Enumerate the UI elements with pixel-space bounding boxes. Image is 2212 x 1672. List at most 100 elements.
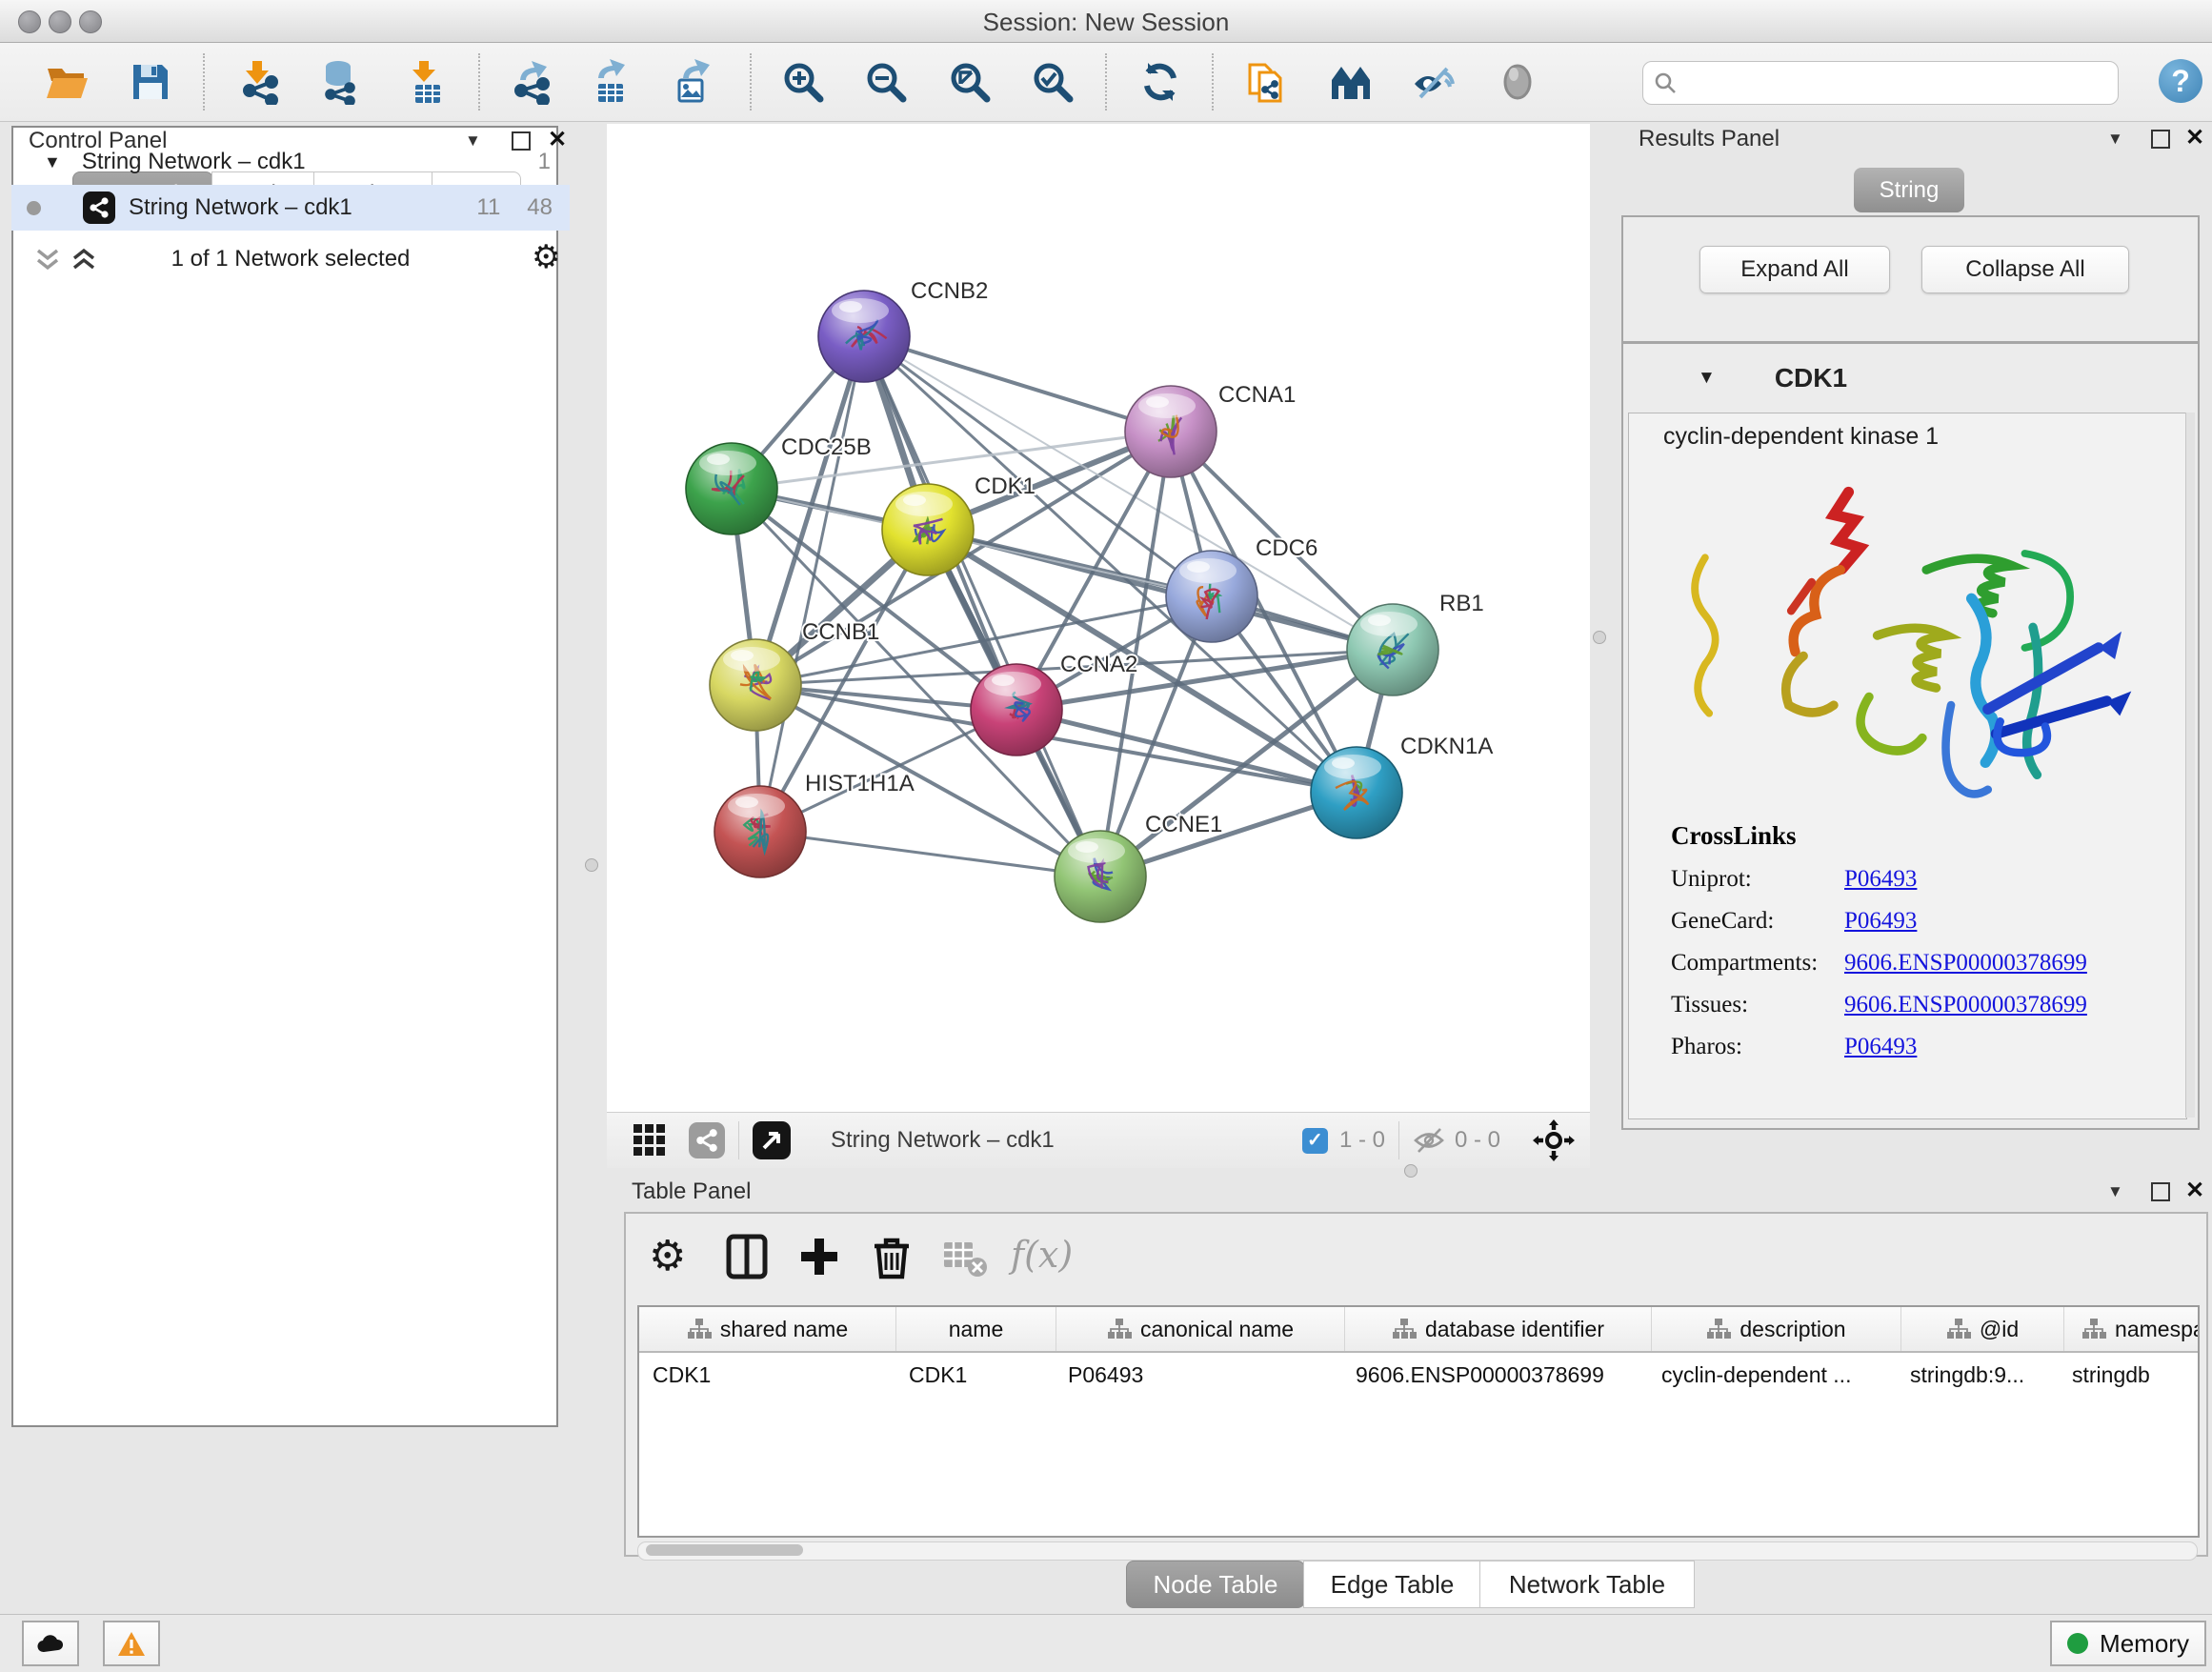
table-panel-menu-icon[interactable]: ▼ <box>2107 1182 2123 1201</box>
crosslink-row: Tissues: 9606.ENSP00000378699 <box>1671 992 2087 1018</box>
gene-name: CDK1 <box>1775 363 1847 393</box>
zoom-out-icon[interactable] <box>863 59 909 105</box>
column-tree-icon <box>2081 1318 2106 1340</box>
node-label-RB1: RB1 <box>1439 591 1484 616</box>
zoom-in-icon[interactable] <box>780 59 826 105</box>
network-node-HIST1H1A[interactable]: HIST1H1A <box>714 771 915 877</box>
clone-network-icon[interactable] <box>1244 59 1290 105</box>
table-cell[interactable]: cyclin-dependent ... <box>1648 1362 1897 1388</box>
network-node-RB1[interactable]: RB1 <box>1347 591 1484 695</box>
app-window: Session: New Session <box>0 0 2212 1671</box>
table-cell[interactable]: P06493 <box>1055 1362 1342 1388</box>
hide-graphics-details-icon[interactable] <box>1411 59 1457 105</box>
crosslink-row: Pharos: P06493 <box>1671 1034 2087 1060</box>
add-column-icon[interactable] <box>794 1231 845 1282</box>
network-edge[interactable] <box>864 336 1171 432</box>
results-panel-close-icon[interactable]: ✕ <box>2185 124 2204 151</box>
import-table-file-icon[interactable] <box>404 59 450 105</box>
starter-panel-icon[interactable] <box>1328 59 1374 105</box>
string-view-icon[interactable] <box>689 1122 725 1158</box>
grid-view-icon[interactable] <box>632 1122 668 1158</box>
compartments-link[interactable]: 9606.ENSP00000378699 <box>1844 950 2087 977</box>
export-network-icon[interactable] <box>509 59 554 105</box>
network-node-CCNB1[interactable]: CCNB1 <box>710 619 879 731</box>
column-header-shared-name[interactable]: shared name <box>639 1307 896 1351</box>
network-view-toolbar: String Network – cdk1 ✓ 1 - 0 0 - 0 <box>607 1112 1590 1168</box>
network-node-CDK1[interactable]: CDK1 <box>882 473 1036 575</box>
delete-table-icon[interactable] <box>938 1231 990 1282</box>
warning-button[interactable] <box>103 1621 160 1666</box>
results-panel-menu-icon[interactable]: ▼ <box>2107 130 2123 149</box>
network-canvas[interactable]: CCNB2CCNA1CDC25BCDK1CDC6RB1CCNB1CCNA2CDK… <box>607 124 1590 1112</box>
results-scrollbar[interactable] <box>2185 413 2195 1118</box>
results-panel-float-icon[interactable] <box>2151 130 2170 149</box>
column-header-namespace[interactable]: namespace <box>2064 1307 2200 1351</box>
bottom-splitter-handle[interactable] <box>1404 1164 1418 1178</box>
delete-column-icon[interactable] <box>866 1231 917 1282</box>
table-cell[interactable]: CDK1 <box>895 1362 1055 1388</box>
hidden-items-icon <box>1413 1126 1445 1155</box>
search-input[interactable] <box>1678 65 2118 101</box>
collection-expander-icon[interactable]: ▼ <box>44 152 61 172</box>
zoom-fit-icon[interactable] <box>947 59 993 105</box>
network-edge[interactable] <box>760 832 1100 876</box>
cloud-icon <box>35 1632 66 1655</box>
network-options-gear-icon[interactable]: ⚙ <box>532 238 560 276</box>
table-cell[interactable]: stringdb <box>2059 1362 2200 1388</box>
expand-all-button[interactable]: Expand All <box>1699 246 1890 293</box>
cloud-button[interactable] <box>22 1621 79 1666</box>
left-splitter-handle[interactable] <box>585 858 598 872</box>
show-columns-icon[interactable] <box>721 1231 773 1282</box>
gene-expander-icon[interactable]: ▼ <box>1698 368 1716 389</box>
table-row[interactable]: CDK1CDK1P064939606.ENSP00000378699cyclin… <box>639 1353 2198 1397</box>
gene-description: cyclin-dependent kinase 1 <box>1663 423 1939 451</box>
zoom-selected-icon[interactable] <box>1030 59 1076 105</box>
table-cell[interactable]: stringdb:9... <box>1897 1362 2059 1388</box>
save-session-icon[interactable] <box>128 59 173 105</box>
open-in-new-window-icon[interactable] <box>753 1121 791 1159</box>
show-graphics-details-icon[interactable] <box>1495 59 1540 105</box>
table-hscrollbar-thumb[interactable] <box>646 1544 803 1556</box>
selected-nodes-checkbox[interactable]: ✓ <box>1302 1128 1328 1154</box>
network-node-CDC25B[interactable]: CDC25B <box>686 434 872 534</box>
column-header-canonical-name[interactable]: canonical name <box>1056 1307 1345 1351</box>
table-settings-gear-icon[interactable]: ⚙ <box>649 1231 700 1282</box>
memory-button[interactable]: Memory <box>2050 1621 2206 1666</box>
tab-node-table[interactable]: Node Table <box>1126 1561 1305 1608</box>
import-network-database-icon[interactable] <box>317 59 363 105</box>
column-header-name[interactable]: name <box>896 1307 1056 1351</box>
network-node-CDKN1A[interactable]: CDKN1A <box>1311 734 1493 838</box>
tab-edge-table[interactable]: Edge Table <box>1303 1561 1481 1608</box>
help-icon[interactable]: ? <box>2159 59 2202 103</box>
table-cell[interactable]: 9606.ENSP00000378699 <box>1342 1362 1648 1388</box>
import-network-file-icon[interactable] <box>237 59 283 105</box>
window-title: Session: New Session <box>0 8 2212 37</box>
tab-network-table[interactable]: Network Table <box>1479 1561 1695 1608</box>
table-cell[interactable]: CDK1 <box>639 1362 895 1388</box>
table-panel-close-icon[interactable]: ✕ <box>2185 1177 2204 1204</box>
pharos-link[interactable]: P06493 <box>1844 1034 1917 1060</box>
right-splitter-handle[interactable] <box>1593 631 1606 644</box>
navigator-crosshair-icon[interactable] <box>1533 1119 1575 1161</box>
column-tree-icon <box>687 1318 712 1340</box>
export-table-icon[interactable] <box>587 59 633 105</box>
column-header-description[interactable]: description <box>1652 1307 1901 1351</box>
function-builder-icon[interactable]: f(x) <box>1011 1231 1096 1282</box>
export-image-icon[interactable] <box>670 59 715 105</box>
network-edge[interactable] <box>760 336 864 832</box>
tissues-link[interactable]: 9606.ENSP00000378699 <box>1844 992 2087 1018</box>
network-collection-row[interactable]: ▼ String Network – cdk1 1 <box>11 139 570 185</box>
column-header-database-identifier[interactable]: database identifier <box>1345 1307 1652 1351</box>
table-panel-title: Table Panel <box>632 1178 751 1205</box>
table-panel-float-icon[interactable] <box>2151 1182 2170 1201</box>
genecard-link[interactable]: P06493 <box>1844 908 1917 935</box>
network-row[interactable]: String Network – cdk1 11 48 <box>11 185 570 231</box>
uniprot-link[interactable]: P06493 <box>1844 866 1917 893</box>
gene-section-header[interactable]: ▼ CDK1 <box>1623 344 2198 413</box>
tab-string[interactable]: String <box>1854 168 1964 212</box>
collapse-all-button[interactable]: Collapse All <box>1921 246 2129 293</box>
network-node-CCNA1[interactable]: CCNA1 <box>1125 382 1296 477</box>
column-header--id[interactable]: @id <box>1901 1307 2064 1351</box>
refresh-view-icon[interactable] <box>1137 59 1183 105</box>
open-session-icon[interactable] <box>44 59 90 105</box>
